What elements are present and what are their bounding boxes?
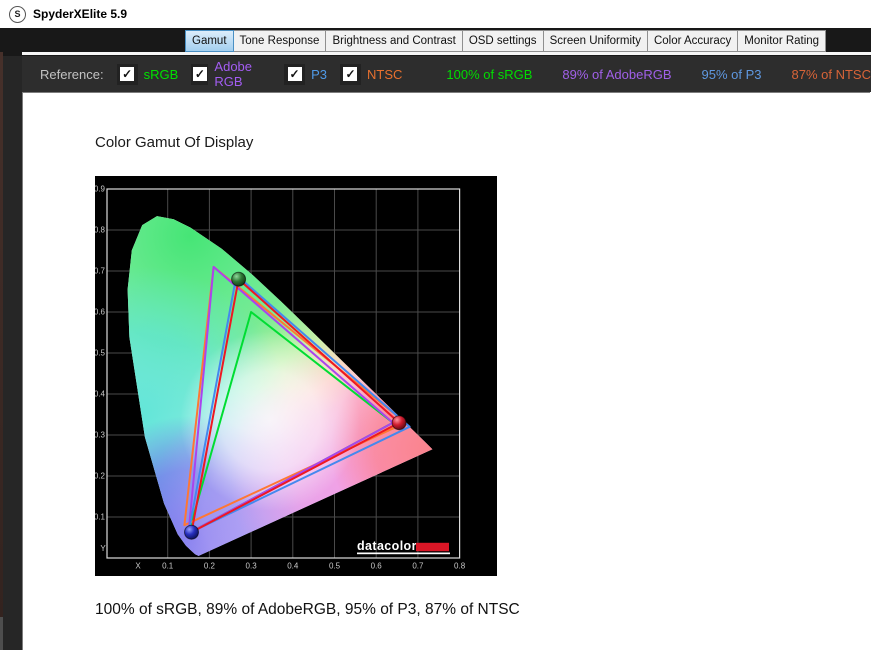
tab-brightness-and-contrast[interactable]: Brightness and Contrast [326,30,462,52]
gamut-chart: 0.1 0.2 0.3 0.4 0.5 0.6 0.7 0.8 0.9 0.1 0.2 0.3 0.4 0… [95,176,497,576]
reference-group-srgb: ✓ sRGB [117,64,179,85]
window-edge-strip [0,52,3,617]
coverage-readout-p3: 95% of P3 [702,67,762,82]
checkmark-icon: ✓ [288,67,302,81]
title-bar: S SpyderXElite 5.9 [0,0,871,28]
datacolor-logo-bar [416,543,449,551]
display-primary-marker-red [392,416,406,430]
x-tick-label: 0.3 [246,562,258,571]
display-primary-marker-green [232,272,246,286]
window-edge-strip-bottom [0,617,3,650]
checkbox-srgb[interactable]: ✓ [117,64,138,85]
y-tick-label: 0.3 [95,431,106,440]
page-title: Color Gamut Of Display [95,134,253,151]
gamut-summary-text: 100% of sRGB, 89% of AdobeRGB, 95% of P3… [95,601,520,619]
y-tick-label: 0.9 [95,185,106,194]
window-title: SpyderXElite 5.9 [33,7,127,21]
y-axis-label: Y [100,544,106,553]
tab-osd-settings[interactable]: OSD settings [463,30,544,52]
tab-strip-underline [22,52,871,55]
x-axis-label: X [135,562,141,571]
x-tick-label: 0.2 [204,562,216,571]
reference-group-p3: ✓ P3 [284,64,327,85]
tab-tone-response[interactable]: Tone Response [234,30,327,52]
tab-screen-uniformity[interactable]: Screen Uniformity [544,30,648,52]
tab-gamut[interactable]: Gamut [185,30,234,52]
x-tick-label: 0.6 [371,562,383,571]
y-tick-label: 0.6 [95,308,106,317]
coverage-readout-ntsc: 87% of NTSC [792,67,871,82]
gamut-chart-svg: 0.1 0.2 0.3 0.4 0.5 0.6 0.7 0.8 0.9 0.1 0.2 0.3 0.4 0… [95,176,497,576]
tab-monitor-rating[interactable]: Monitor Rating [738,30,826,52]
datacolor-logo-text: datacolor [357,539,417,553]
x-tick-label: 0.1 [162,562,174,571]
y-tick-label: 0.8 [95,226,106,235]
reference-group-ntsc: ✓ NTSC [340,64,402,85]
tab-color-accuracy[interactable]: Color Accuracy [648,30,738,52]
reference-label: Reference: [40,67,104,82]
y-tick-label: 0.1 [95,513,106,522]
reference-checkbox-label: NTSC [367,67,402,82]
checkbox-ntsc[interactable]: ✓ [340,64,361,85]
checkmark-icon: ✓ [343,67,357,81]
x-tick-label: 0.7 [412,562,424,571]
y-tick-label: 0.7 [95,267,106,276]
checkmark-icon: ✓ [193,67,207,81]
coverage-readout-adobergb: 89% of AdobeRGB [562,67,671,82]
reference-checkbox-label: Adobe RGB [214,59,271,89]
window-left-edge [0,56,22,650]
app-logo-icon: S [9,6,26,23]
y-tick-label: 0.4 [95,390,106,399]
reference-group-adobe-rgb: ✓ Adobe RGB [191,59,271,89]
checkmark-icon: ✓ [120,67,134,81]
y-tick-label: 0.2 [95,472,106,481]
checkbox-p3[interactable]: ✓ [284,64,305,85]
tab-strip: GamutTone ResponseBrightness and Contras… [185,30,826,52]
display-primary-marker-blue [185,525,199,539]
checkbox-adobe-rgb[interactable]: ✓ [191,64,208,85]
x-tick-label: 0.5 [329,562,341,571]
datacolor-logo-underline [357,553,450,555]
y-tick-label: 0.5 [95,349,106,358]
reference-checkbox-label: P3 [311,67,327,82]
x-tick-label: 0.8 [454,562,466,571]
coverage-readout-srgb: 100% of sRGB [446,67,532,82]
x-tick-label: 0.4 [287,562,299,571]
reference-toolbar: Reference: ✓ sRGB ✓ Adobe RGB ✓ P3 ✓ NTSC 100% o… [22,56,871,92]
reference-checkbox-label: sRGB [144,67,179,82]
